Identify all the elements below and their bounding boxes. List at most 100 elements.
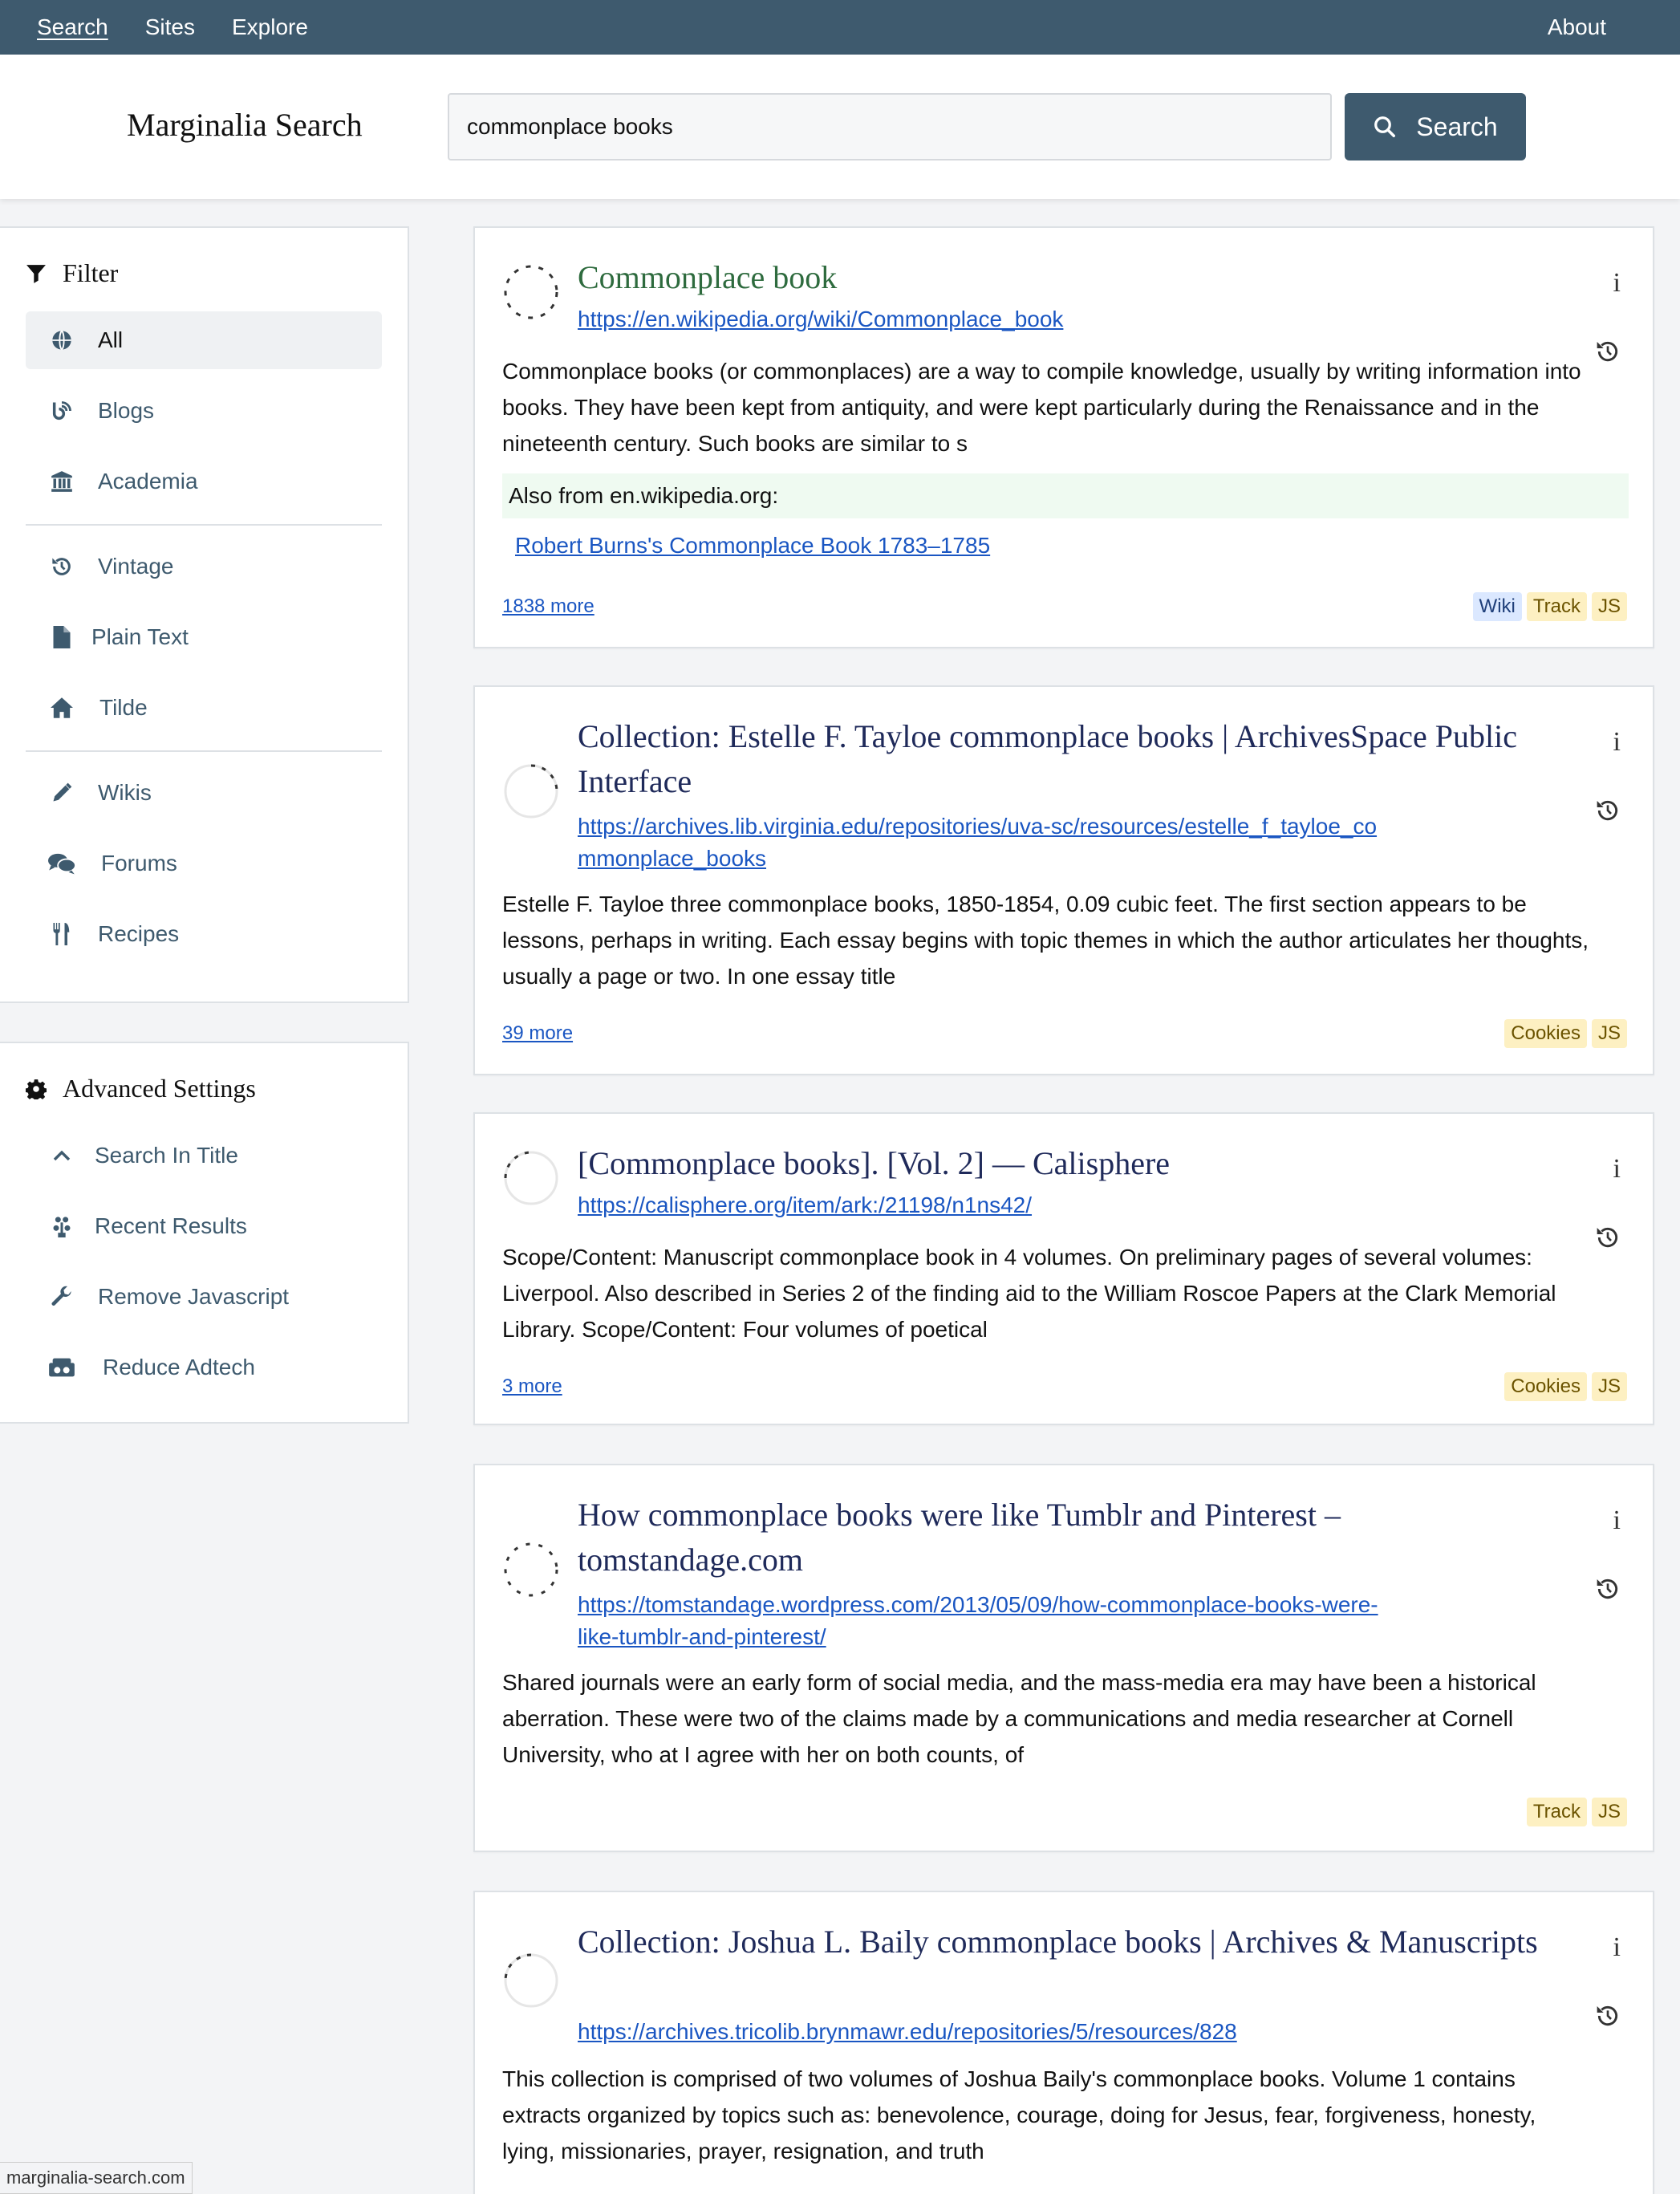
setting-label: Search In Title [95, 1143, 238, 1168]
file-icon [48, 626, 75, 648]
wiki-badge: Wiki [1472, 592, 1522, 621]
university-icon [48, 470, 75, 493]
filter-item-academia[interactable]: Academia [26, 453, 382, 510]
filter-divider [26, 524, 382, 526]
result-badges: Wiki Track JS [1472, 592, 1627, 621]
more-results-link[interactable]: 39 more [502, 1022, 573, 1045]
top-nav: Search Sites Explore About [0, 0, 1680, 55]
loading-spinner-icon [504, 1953, 558, 2008]
setting-remove-javascript[interactable]: Remove Javascript [26, 1268, 382, 1326]
filter-item-all[interactable]: All [26, 311, 382, 369]
loading-spinner-icon [504, 764, 558, 819]
gear-icon [26, 1079, 47, 1099]
nav-search-link[interactable]: Search [37, 14, 108, 40]
cookies-badge: Cookies [1504, 1019, 1587, 1048]
filter-item-tilde[interactable]: Tilde [26, 679, 382, 737]
cookies-badge: Cookies [1504, 1372, 1587, 1401]
wrench-icon [48, 1286, 75, 1308]
home-icon [48, 697, 75, 719]
result-badges: Cookies JS [1504, 1372, 1627, 1401]
advanced-settings-label: Advanced Settings [63, 1074, 256, 1103]
filter-item-label: All [98, 327, 124, 352]
js-badge: JS [1591, 1798, 1627, 1826]
chevron-up-icon [48, 1148, 75, 1163]
filter-item-label: Vintage [98, 554, 174, 579]
utensils-icon [48, 923, 75, 945]
search-input[interactable] [448, 93, 1332, 160]
result-description: Scope/Content: Manuscript commonplace bo… [502, 1245, 1556, 1342]
result-url-link[interactable]: https://archives.tricolib.brynmawr.edu/r… [578, 2016, 1380, 2048]
filter-icon [26, 264, 46, 283]
result-url-link[interactable]: https://calisphere.org/item/ark:/21198/n… [578, 1189, 1380, 1221]
info-icon[interactable]: i [1613, 1932, 1621, 1963]
filter-title: Filter [26, 258, 118, 288]
setting-label: Remove Javascript [98, 1284, 290, 1309]
filter-item-wikis[interactable]: Wikis [26, 764, 382, 822]
info-icon[interactable]: i [1613, 268, 1621, 299]
js-badge: JS [1591, 1372, 1627, 1401]
nav-links: Search Sites Explore [37, 14, 345, 40]
nav-about-link[interactable]: About [1548, 14, 1606, 40]
filter-divider [26, 750, 382, 752]
filter-item-plain-text[interactable]: Plain Text [26, 608, 382, 666]
history-icon[interactable] [1595, 339, 1621, 364]
result-description: Estelle F. Tayloe three commonplace book… [502, 892, 1589, 989]
pencil-icon [48, 782, 75, 804]
js-badge: JS [1591, 1019, 1627, 1048]
loading-spinner-icon [504, 265, 558, 319]
blog-icon [48, 400, 75, 422]
filter-panel: Filter All Blogs Academia Vintage Plain … [0, 226, 409, 1003]
history-icon[interactable] [1595, 1225, 1621, 1250]
filter-item-recipes[interactable]: Recipes [26, 905, 382, 963]
js-badge: JS [1591, 592, 1627, 621]
history-icon [48, 555, 75, 578]
setting-search-in-title[interactable]: Search In Title [26, 1127, 382, 1184]
history-icon[interactable] [1595, 1576, 1621, 1602]
filter-item-label: Forums [101, 851, 177, 876]
filter-item-forums[interactable]: Forums [26, 835, 382, 892]
history-icon[interactable] [1595, 2003, 1621, 2029]
result-title-link[interactable]: Commonplace book [578, 255, 1540, 300]
more-results-link[interactable]: 3 more [502, 1375, 562, 1398]
info-icon[interactable]: i [1613, 1505, 1621, 1536]
result-description: Commonplace books (or commonplaces) are … [502, 359, 1581, 456]
result-url-link[interactable]: https://tomstandage.wordpress.com/2013/0… [578, 1589, 1380, 1653]
info-icon[interactable]: i [1613, 1154, 1621, 1184]
result-title-link[interactable]: [Commonplace books]. [Vol. 2] — Calisphe… [578, 1141, 1540, 1186]
result-url-link[interactable]: https://en.wikipedia.org/wiki/Commonplac… [578, 303, 1380, 335]
loading-spinner-icon [504, 1542, 558, 1597]
setting-label: Recent Results [95, 1213, 247, 1238]
filter-item-blogs[interactable]: Blogs [26, 382, 382, 440]
search-button-label: Search [1416, 112, 1498, 141]
filter-item-label: Plain Text [91, 624, 189, 649]
more-results-link[interactable]: 1838 more [502, 595, 594, 618]
also-from-heading: Also from en.wikipedia.org: [502, 473, 1629, 518]
site-logo-title[interactable]: Marginalia Search [127, 106, 363, 144]
info-icon[interactable]: i [1613, 727, 1621, 758]
link-status-bar: marginalia-search.com [0, 2162, 193, 2194]
history-icon[interactable] [1595, 798, 1621, 823]
filter-item-label: Tilde [99, 695, 148, 720]
setting-recent-results[interactable]: Recent Results [26, 1197, 382, 1255]
search-button[interactable]: Search [1345, 93, 1526, 160]
filter-item-vintage[interactable]: Vintage [26, 538, 382, 595]
result-url-link[interactable]: https://archives.lib.virginia.edu/reposi… [578, 811, 1380, 875]
nav-explore-link[interactable]: Explore [232, 14, 308, 40]
setting-label: Reduce Adtech [103, 1355, 255, 1379]
filter-item-label: Wikis [98, 780, 152, 805]
result-description: This collection is comprised of two volu… [502, 2066, 1536, 2164]
result-title-link[interactable]: How commonplace books were like Tumblr a… [578, 1493, 1540, 1583]
nav-sites-link[interactable]: Sites [145, 14, 195, 40]
search-icon [1374, 116, 1396, 137]
result-title-link[interactable]: Collection: Estelle F. Tayloe commonplac… [578, 714, 1540, 804]
filter-title-label: Filter [63, 258, 119, 287]
search-result: Collection: Joshua L. Baily commonplace … [473, 1891, 1654, 2194]
ad-block-icon [48, 1356, 75, 1379]
filter-item-label: Academia [98, 469, 198, 494]
globe-icon [48, 329, 75, 351]
result-title-link[interactable]: Collection: Joshua L. Baily commonplace … [578, 1920, 1540, 1964]
also-from-link[interactable]: Robert Burns's Commonplace Book 1783–178… [515, 533, 990, 559]
filter-item-label: Recipes [98, 921, 180, 946]
filter-item-label: Blogs [98, 398, 155, 423]
setting-reduce-adtech[interactable]: Reduce Adtech [26, 1339, 382, 1396]
